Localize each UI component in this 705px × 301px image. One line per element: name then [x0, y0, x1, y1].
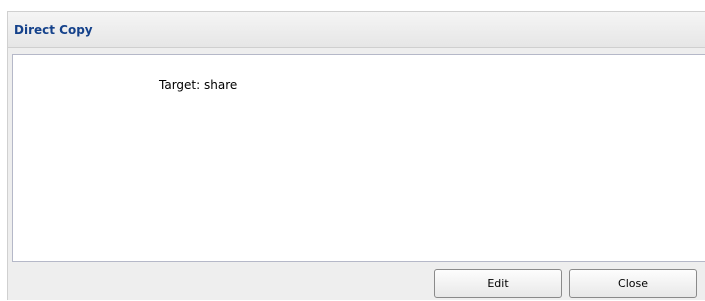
direct-copy-panel: Direct Copy Target: share Edit Close	[7, 11, 705, 300]
target-row: Target: share	[159, 78, 237, 92]
panel-body: Target: share	[12, 54, 705, 262]
panel-header: Direct Copy	[8, 12, 705, 48]
panel-title: Direct Copy	[14, 23, 93, 37]
target-label: Target:	[159, 78, 201, 92]
edit-button[interactable]: Edit	[434, 269, 562, 298]
panel-footer: Edit Close	[8, 262, 705, 301]
close-button[interactable]: Close	[569, 269, 697, 298]
target-value: share	[204, 78, 238, 92]
